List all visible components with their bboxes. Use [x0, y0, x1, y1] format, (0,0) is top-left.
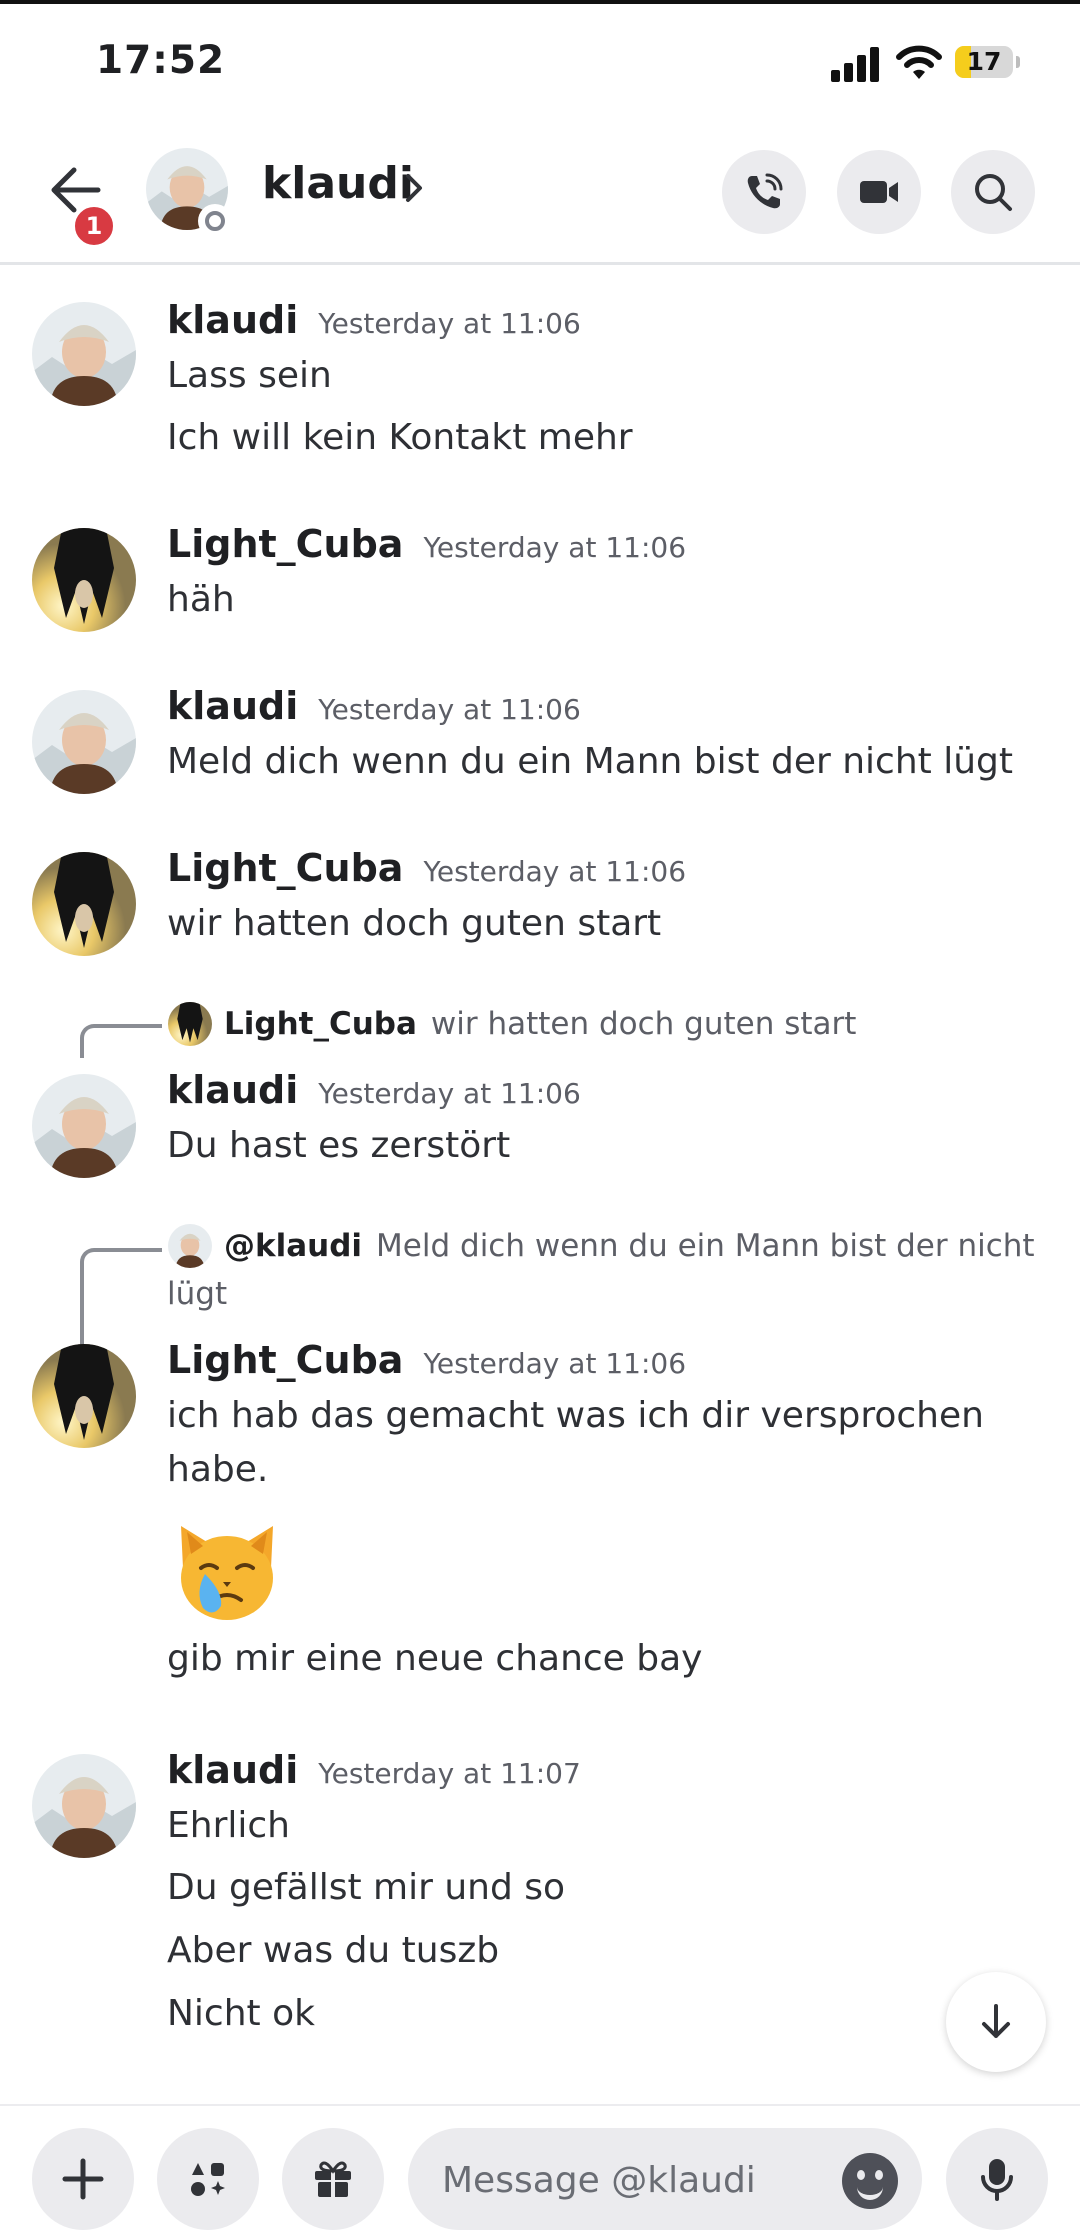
message-timestamp: Yesterday at 11:07 — [318, 1757, 581, 1790]
message-timestamp: Yesterday at 11:06 — [423, 855, 687, 888]
offline-status-icon — [198, 204, 232, 238]
message-timestamp: Yesterday at 11:06 — [318, 307, 581, 340]
message-timestamp: Yesterday at 11:06 — [318, 693, 581, 726]
reply-author: Light_Cuba wir hatten doch guten start — [224, 1006, 857, 1042]
message-text: Aber was du tuszb — [167, 1930, 500, 1971]
unread-badge: 1 — [72, 204, 116, 248]
status-bar: 17:52 17 — [0, 0, 1080, 120]
message-author[interactable]: Light_Cuba Yesterday at 11:06 — [167, 522, 686, 566]
message-composer — [0, 2104, 1080, 2232]
message-timestamp: Yesterday at 11:06 — [423, 531, 687, 564]
microphone-icon — [981, 2159, 1013, 2201]
avatar — [168, 1224, 212, 1268]
message-input-container[interactable] — [408, 2128, 922, 2232]
message-author[interactable]: klaudi Yesterday at 11:06 — [167, 298, 581, 342]
message-input[interactable] — [440, 2128, 824, 2232]
message-text: Ich will kein Kontakt mehr — [167, 417, 633, 458]
message-text: Nicht ok — [167, 1993, 315, 2034]
video-call-button[interactable] — [837, 150, 921, 234]
message-author[interactable]: Light_Cuba Yesterday at 11:06 — [167, 1338, 686, 1382]
battery-level: 17 — [966, 47, 1002, 76]
avatar[interactable] — [32, 1074, 136, 1178]
emoji-icon[interactable] — [842, 2153, 898, 2209]
message-text: habe. — [167, 1449, 269, 1490]
signal-icon — [831, 46, 881, 82]
avatar[interactable] — [32, 852, 136, 956]
chat-header: 1 klaudi — [0, 120, 1080, 265]
message-text: häh — [167, 579, 235, 620]
message-timestamp: Yesterday at 11:06 — [423, 1347, 687, 1380]
avatar[interactable] — [32, 528, 136, 632]
chevron-right-icon[interactable] — [404, 170, 426, 206]
message-text: Lass sein — [167, 355, 332, 396]
message-text: ich hab das gemacht was ich dir versproc… — [167, 1395, 984, 1436]
message-text: wir hatten doch guten start — [167, 903, 662, 944]
plus-icon — [62, 2158, 104, 2200]
reply-preview: wir hatten doch guten start — [430, 1006, 857, 1042]
phone-icon — [747, 173, 783, 209]
battery-tip — [1016, 56, 1020, 68]
avatar[interactable] — [32, 302, 136, 406]
add-attachment-button[interactable] — [32, 2128, 134, 2230]
apps-button[interactable] — [157, 2128, 259, 2230]
avatar[interactable] — [32, 1344, 136, 1448]
jump-to-bottom-button[interactable] — [946, 1972, 1046, 2072]
message-author[interactable]: klaudi Yesterday at 11:06 — [167, 684, 581, 728]
crying-cat-emoji — [181, 1526, 273, 1620]
avatar[interactable] — [32, 1754, 136, 1858]
reply-preview: Meld dich wenn du ein Mann bist der nich… — [376, 1228, 1035, 1264]
video-icon — [860, 181, 898, 203]
battery-icon: 17 — [955, 46, 1013, 78]
voice-message-button[interactable] — [946, 2128, 1048, 2230]
search-button[interactable] — [951, 150, 1035, 234]
voice-call-button[interactable] — [722, 150, 806, 234]
wifi-icon — [896, 45, 942, 79]
message-text: Ehrlich — [167, 1805, 290, 1846]
arrow-down-icon — [982, 2004, 1010, 2038]
status-time: 17:52 — [96, 38, 226, 83]
conversation-title[interactable]: klaudi — [262, 158, 414, 209]
avatar — [168, 1002, 212, 1046]
message-text: Meld dich wenn du ein Mann bist der nich… — [167, 741, 1013, 782]
search-icon — [975, 174, 1012, 211]
message-timestamp: Yesterday at 11:06 — [318, 1077, 581, 1110]
avatar[interactable] — [32, 690, 136, 794]
message-author[interactable]: klaudi Yesterday at 11:07 — [167, 1748, 581, 1792]
gift-icon — [315, 2161, 351, 2197]
message-author[interactable]: klaudi Yesterday at 11:06 — [167, 1068, 581, 1112]
reply-preview-continued: lügt — [167, 1276, 228, 1312]
message-text: Du hast es zerstört — [167, 1125, 511, 1166]
reply-connector — [80, 1024, 162, 1058]
message-text: gib mir eine neue chance bay — [167, 1638, 703, 1679]
reply-connector — [80, 1248, 162, 1348]
reply-author: @klaudi Meld dich wenn du ein Mann bist d… — [224, 1228, 1035, 1264]
gift-button[interactable] — [282, 2128, 384, 2230]
message-text: Du gefällst mir und so — [167, 1867, 566, 1908]
apps-icon — [191, 2163, 225, 2196]
message-author[interactable]: Light_Cuba Yesterday at 11:06 — [167, 846, 686, 890]
